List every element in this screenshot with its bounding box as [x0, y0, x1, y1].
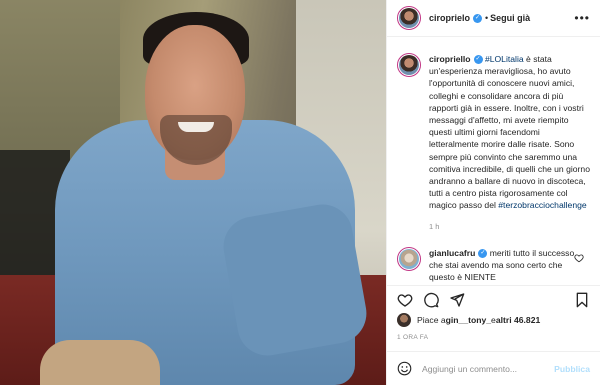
post-header: ciroprielo ✓ • Segui già •••	[387, 0, 600, 37]
share-icon[interactable]	[449, 292, 465, 308]
post-side-panel: ciroprielo ✓ • Segui già ••• ciropriello…	[386, 0, 600, 385]
caption: ciropriello ✓ #LOLitalia è stata un'esper…	[397, 53, 590, 212]
publish-button[interactable]: Pubblica	[554, 364, 590, 374]
comments-list[interactable]: ciropriello ✓ #LOLitalia è stata un'esper…	[387, 37, 600, 285]
caption-avatar[interactable]	[397, 53, 421, 77]
verified-badge-icon: ✓	[478, 248, 488, 258]
comment-text: gianlucafru ✓ meriti tutto il successo ch…	[429, 247, 584, 284]
verified-badge-icon: ✓	[473, 55, 483, 65]
likes-count[interactable]: altri 46.821	[496, 315, 540, 325]
commenter-username[interactable]: gianlucafru	[429, 248, 475, 258]
more-options-icon[interactable]: •••	[574, 11, 590, 25]
caption-timestamp: 1 h	[429, 221, 440, 231]
emoji-icon[interactable]	[397, 361, 412, 376]
commenter-avatar[interactable]	[397, 246, 421, 271]
author-avatar[interactable]	[397, 6, 421, 30]
hashtag-link[interactable]: #LOLitalia	[485, 54, 524, 64]
author-username[interactable]: ciroprielo	[429, 13, 470, 23]
liker-username[interactable]: gin__tony_	[446, 315, 491, 325]
comment-icon[interactable]	[423, 292, 439, 308]
comment-item: gianlucafru ✓ meriti tutto il successo ch…	[397, 246, 590, 284]
hashtag-link[interactable]: #terzobracciochallenge	[498, 200, 586, 210]
action-bar	[387, 285, 600, 313]
liker-avatar[interactable]	[397, 313, 411, 327]
following-button[interactable]: Segui già	[490, 13, 530, 23]
comment-like-icon[interactable]	[574, 253, 584, 263]
add-comment-bar: Pubblica	[387, 351, 600, 385]
caption-text: ciropriello ✓ #LOLitalia è stata un'esper…	[429, 53, 590, 212]
likes-prefix: Piace a	[417, 315, 446, 325]
post-timestamp: 1 ORA FA	[397, 334, 429, 341]
heart-icon[interactable]	[397, 292, 413, 308]
caption-body: è stata un'esperienza meravigliosa, ho a…	[429, 54, 590, 211]
likes-summary: Piace a gin__tony_ e altri 46.821	[397, 313, 540, 327]
caption-username[interactable]: ciropriello	[429, 54, 471, 64]
separator-dot: •	[485, 13, 489, 23]
bookmark-icon[interactable]	[574, 292, 590, 308]
post-photo	[0, 0, 386, 385]
comment-input[interactable]	[422, 363, 552, 374]
verified-badge-icon: ✓	[473, 13, 483, 23]
